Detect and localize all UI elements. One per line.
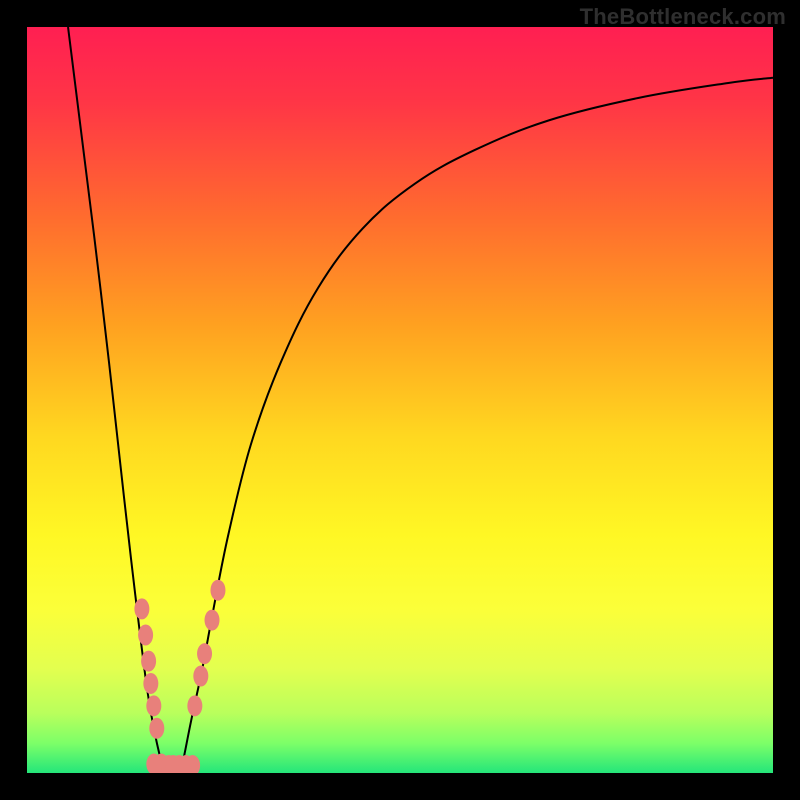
data-marker [143, 673, 158, 694]
data-marker [138, 624, 153, 645]
marker-cluster [134, 580, 225, 773]
data-marker [149, 718, 164, 739]
data-marker [205, 610, 220, 631]
right-curve [180, 78, 773, 773]
data-marker [197, 643, 212, 664]
data-marker [187, 695, 202, 716]
data-marker [141, 651, 156, 672]
data-marker [146, 695, 161, 716]
curve-layer [27, 27, 773, 773]
data-marker [210, 580, 225, 601]
chart-frame: TheBottleneck.com [0, 0, 800, 800]
data-marker [193, 666, 208, 687]
data-marker [134, 598, 149, 619]
plot-area [27, 27, 773, 773]
